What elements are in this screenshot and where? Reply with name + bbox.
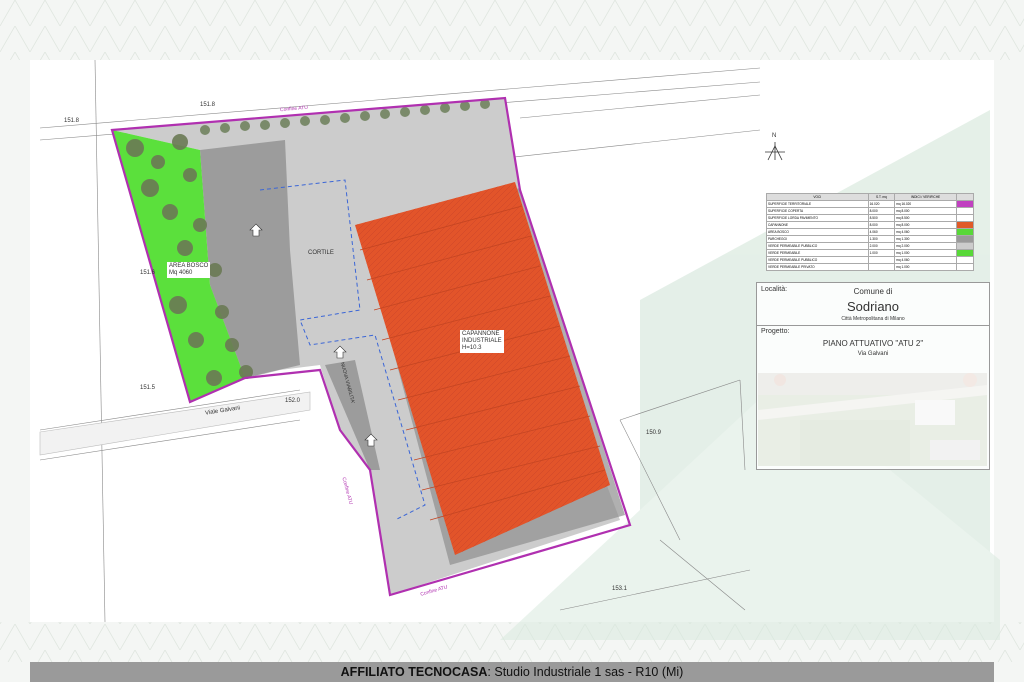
label-quota-1: 151.8 <box>200 102 216 108</box>
legend-cell: mq 4.060 <box>894 228 957 236</box>
legend-cell: SUPERFICIE LORDA PAVIMENTO <box>766 214 869 222</box>
legend-cell: SUPERFICIE COPERTA <box>766 207 869 215</box>
title-box: Località: Comune di Sodriano Città Metro… <box>756 282 990 470</box>
legend-cell: 1.300 <box>867 235 896 243</box>
label-quota-5: 151.8 <box>64 118 80 124</box>
legend-swatch <box>956 221 974 229</box>
north-label: N <box>772 133 777 139</box>
label-area-bosco-title: AREA BOSCO <box>169 263 209 269</box>
legend-row: VERDE PERMEABILE 1.000 mq 1.000 <box>766 249 974 257</box>
legend-cell: 8.500 <box>867 214 896 222</box>
legend-cell: 16.020 <box>867 200 896 208</box>
label-quota-2: 151.6 <box>140 270 156 276</box>
legend-cell: VERDE PERMEABILE PRIVATO <box>766 263 869 271</box>
legend-cell: mq 1.300 <box>894 235 957 243</box>
legend-swatch <box>956 207 974 215</box>
footer-address: : Studio Industriale 1 sas - R10 (Mi) <box>487 665 684 679</box>
legend-cell: mq 4.060 <box>894 256 957 264</box>
legend-header-swatch <box>956 193 974 201</box>
legend-row: CAPANNONE 8.000 mq 8.000 <box>766 221 974 229</box>
title-divider <box>757 325 989 326</box>
legend-cell: VERDE PERMEABILE PUBBLICO <box>766 242 869 250</box>
legend-cell: SUPERFICIE TERRITORIALE <box>766 200 869 208</box>
legend-swatch <box>956 200 974 208</box>
legend-cell <box>867 256 896 264</box>
legend-cell: mq 1.000 <box>894 249 957 257</box>
legend-cell: 1.000 <box>867 249 896 257</box>
legend-cell: mq 16.020 <box>894 200 957 208</box>
legend-row: AREA BOSCO 4.060 mq 4.060 <box>766 228 974 236</box>
legend-row: VERDE PERMEABILE PUBBLICO mq 4.060 <box>766 256 974 264</box>
label-capannone: CAPANNONE INDUSTRIALE H=10.3 <box>460 330 504 353</box>
label-capannone-1: CAPANNONE <box>462 331 500 337</box>
legend-cell: mq 8.000 <box>894 221 957 229</box>
label-cortile: CORTILE <box>308 250 334 256</box>
legend-cell: mq 8.500 <box>894 214 957 222</box>
legend-row: VERDE PERMEABILE PRIVATO mq 1.000 <box>766 263 974 271</box>
legend-swatch <box>956 214 974 222</box>
project-street: Via Galvani <box>857 351 889 357</box>
legend-cell: 8.000 <box>867 221 896 229</box>
legend-header-row: VOCI S.T. mq INDICI / VERIFICHE <box>766 193 974 201</box>
legend-cell: VERDE PERMEABILE <box>766 249 869 257</box>
label-quota-6: 151.5 <box>140 385 156 391</box>
legend-cell: 2.000 <box>867 242 896 250</box>
legend-table: VOCI S.T. mq INDICI / VERIFICHE SUPERFIC… <box>766 193 974 271</box>
legend-swatch <box>956 242 974 250</box>
footer-agency: AFFILIATO TECNOCASA <box>340 665 488 679</box>
legend-swatch <box>956 263 974 271</box>
progetto-label: Progetto: <box>761 328 790 335</box>
project-name: PIANO ATTUATIVO "ATU 2" <box>822 339 924 348</box>
header-pattern <box>0 0 1024 60</box>
label-capannone-2: INDUSTRIALE <box>462 338 502 344</box>
footer-bar: AFFILIATO TECNOCASA: Studio Industriale … <box>30 662 994 682</box>
city-name: Sodriano <box>846 299 900 314</box>
legend-row: SUPERFICIE LORDA PAVIMENTO 8.500 mq 8.500 <box>766 214 974 222</box>
legend-cell: mq 8.000 <box>894 207 957 215</box>
legend-cell: AREA BOSCO <box>766 228 869 236</box>
label-quota-7: 153.1 <box>612 586 628 592</box>
legend-header-cell: INDICI / VERIFICHE <box>894 193 957 201</box>
legend-cell: mq 2.000 <box>894 242 957 250</box>
label-area-bosco-mq: Mq 4060 <box>169 270 193 276</box>
legend-header-cell: S.T. mq <box>867 193 896 201</box>
city-subtitle: Città Metropolitana di Milano <box>841 316 905 322</box>
legend-cell: 8.000 <box>867 207 896 215</box>
legend-cell: VERDE PERMEABILE PUBBLICO <box>766 256 869 264</box>
legend-row: SUPERFICIE TERRITORIALE 16.020 mq 16.020 <box>766 200 974 208</box>
legend-header-cell: VOCI <box>766 193 869 201</box>
label-quota-4: 150.9 <box>646 430 662 436</box>
legend-cell: 4.060 <box>867 228 896 236</box>
legend-swatch <box>956 249 974 257</box>
legend-cell <box>867 263 896 271</box>
legend-swatch <box>956 235 974 243</box>
legend-row: PARCHEGGI 1.300 mq 1.300 <box>766 235 974 243</box>
label-capannone-3: H=10.3 <box>462 345 482 351</box>
legend-cell: mq 1.000 <box>894 263 957 271</box>
label-quota-3: 152.0 <box>285 398 301 404</box>
legend-row: VERDE PERMEABILE PUBBLICO 2.000 mq 2.000 <box>766 242 974 250</box>
comune-label: Comune di <box>853 287 893 296</box>
label-area-bosco: AREA BOSCO Mq 4060 <box>167 262 211 278</box>
legend-cell: CAPANNONE <box>766 221 869 229</box>
legend-swatch <box>956 256 974 264</box>
legend-row: SUPERFICIE COPERTA 8.000 mq 8.000 <box>766 207 974 215</box>
legend-swatch <box>956 228 974 236</box>
legend-cell: PARCHEGGI <box>766 235 869 243</box>
